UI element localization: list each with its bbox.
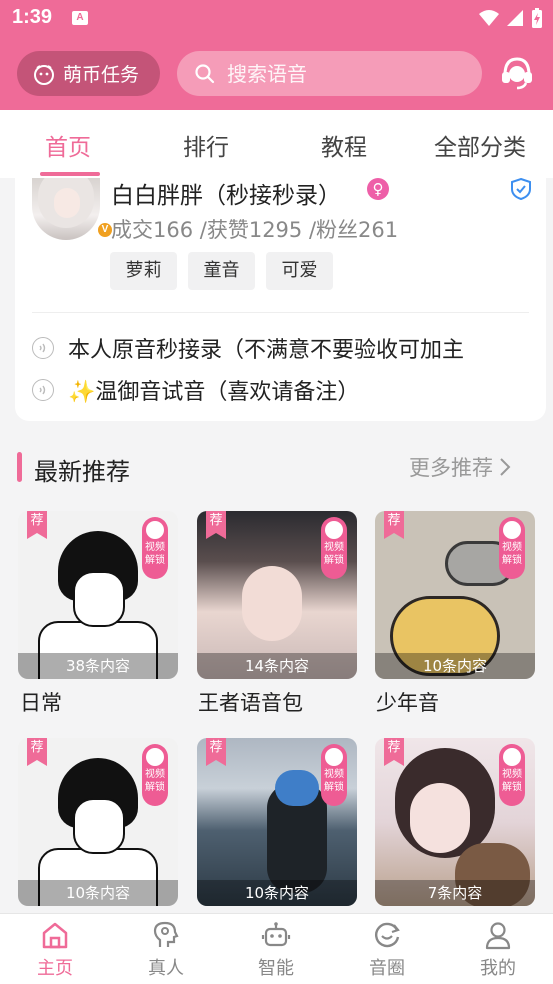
coin-task-label: 萌币任务	[63, 64, 140, 86]
content-count: 38条内容	[18, 653, 178, 679]
voice-pack-card[interactable]: 荐 视频解锁 10条内容	[375, 511, 535, 679]
anchor-stats: 成交166 /获赞1295 /粉丝261	[111, 218, 399, 242]
coin-task-button[interactable]: 萌币任务	[17, 51, 160, 96]
lock-icon	[503, 521, 521, 539]
recommend-badge: 荐	[27, 511, 47, 539]
person-voice-icon	[153, 921, 179, 947]
status-bar: 1:39 A	[0, 0, 553, 38]
nav-mine[interactable]: 我的	[463, 920, 533, 980]
content-count: 14条内容	[197, 653, 357, 679]
video-unlock-badge: 视频解锁	[499, 517, 525, 579]
audio-wave-icon	[32, 337, 54, 359]
recommend-badge: 荐	[384, 738, 404, 766]
content-count: 10条内容	[18, 880, 178, 906]
nav-home[interactable]: 主页	[20, 920, 90, 980]
lock-icon	[325, 748, 343, 766]
home-icon	[42, 922, 68, 949]
signal-icon	[507, 10, 523, 26]
anchor-profile-card[interactable]: V 白白胖胖（秒接秒录） ♀ 成交166 /获赞1295 /粉丝261 萝莉 童…	[15, 178, 546, 421]
voice-pack-card[interactable]: 荐 视频解锁 10条内容	[197, 738, 357, 906]
audio-wave-icon	[32, 379, 54, 401]
bottom-navigation: 主页 真人 智能 音圈 我的	[0, 913, 553, 984]
voice-pack-card[interactable]: 荐 视频解锁 38条内容	[18, 511, 178, 679]
nav-real-person[interactable]: 真人	[131, 920, 201, 980]
voice-sample-row[interactable]: 本人原音秒接录（不满意不要验收可加主	[32, 332, 464, 364]
search-bar[interactable]	[177, 51, 482, 96]
voice-pack-title[interactable]: 王者语音包	[198, 687, 303, 717]
nav-smart-label: 智能	[258, 958, 294, 979]
video-unlock-badge: 视频解锁	[142, 744, 168, 806]
recommend-badge: 荐	[206, 738, 226, 766]
verified-shield-icon	[511, 178, 531, 200]
search-input[interactable]	[227, 61, 467, 86]
lock-icon	[503, 748, 521, 766]
nav-home-label: 主页	[37, 958, 73, 979]
more-recommend-label: 更多推荐	[409, 456, 493, 480]
tag[interactable]: 童音	[188, 252, 255, 290]
voice-pack-title[interactable]: 少年音	[376, 687, 439, 717]
wifi-icon	[479, 10, 499, 26]
lock-icon	[146, 521, 164, 539]
video-unlock-badge: 视频解锁	[142, 517, 168, 579]
coin-pig-icon	[34, 64, 54, 85]
category-tabs: 首页 排行 教程 全部分类	[0, 110, 553, 178]
circle-refresh-icon	[374, 922, 400, 948]
nav-real-person-label: 真人	[148, 958, 184, 979]
section-title: 最新推荐	[34, 458, 130, 486]
tag[interactable]: 萝莉	[110, 252, 177, 290]
lock-icon	[325, 521, 343, 539]
chevron-right-icon	[500, 458, 511, 476]
tag[interactable]: 可爱	[266, 252, 333, 290]
video-unlock-badge: 视频解锁	[321, 517, 347, 579]
content-count: 10条内容	[375, 653, 535, 679]
status-time: 1:39	[12, 6, 53, 28]
video-unlock-badge: 视频解锁	[499, 744, 525, 806]
female-icon: ♀	[367, 178, 389, 200]
section-accent-bar	[17, 452, 22, 482]
voice-pack-card[interactable]: 荐 视频解锁 14条内容	[197, 511, 357, 679]
app-header: 1:39 A 萌币任务	[0, 0, 553, 110]
tab-home[interactable]: 首页	[45, 128, 91, 162]
voice-pack-card[interactable]: 荐 视频解锁 10条内容	[18, 738, 178, 906]
recommend-badge: 荐	[206, 511, 226, 539]
content-count: 10条内容	[197, 880, 357, 906]
divider	[32, 312, 529, 313]
nav-voice-circle-label: 音圈	[369, 958, 405, 979]
headset-icon[interactable]	[500, 55, 534, 91]
recommend-badge: 荐	[384, 511, 404, 539]
battery-icon	[532, 8, 542, 28]
voice-sample-row[interactable]: ✨温御音试音（喜欢请备注）	[32, 374, 359, 406]
avatar[interactable]	[32, 178, 100, 240]
recommend-badge: 荐	[27, 738, 47, 766]
tab-tutorial[interactable]: 教程	[321, 128, 367, 162]
voice-sample-text: 本人原音秒接录（不满意不要验收可加主	[68, 338, 465, 363]
tab-ranking[interactable]: 排行	[183, 128, 229, 162]
nav-voice-circle[interactable]: 音圈	[352, 920, 422, 980]
voice-pack-card[interactable]: 荐 视频解锁 7条内容	[375, 738, 535, 906]
more-recommend-link[interactable]: 更多推荐	[409, 452, 511, 482]
search-icon	[195, 63, 215, 83]
nav-smart[interactable]: 智能	[241, 920, 311, 980]
content-count: 7条内容	[375, 880, 535, 906]
notification-icon: A	[72, 11, 88, 25]
robot-icon	[261, 922, 291, 947]
user-icon	[485, 922, 511, 950]
video-unlock-badge: 视频解锁	[321, 744, 347, 806]
active-tab-indicator	[40, 172, 100, 176]
status-icons	[479, 8, 543, 28]
nav-mine-label: 我的	[480, 958, 516, 979]
voice-sample-text: ✨温御音试音（喜欢请备注）	[68, 380, 360, 405]
tab-all-categories[interactable]: 全部分类	[434, 128, 526, 162]
anchor-name: 白白胖胖（秒接秒录）	[111, 183, 341, 209]
lock-icon	[146, 748, 164, 766]
voice-pack-title[interactable]: 日常	[20, 687, 62, 717]
